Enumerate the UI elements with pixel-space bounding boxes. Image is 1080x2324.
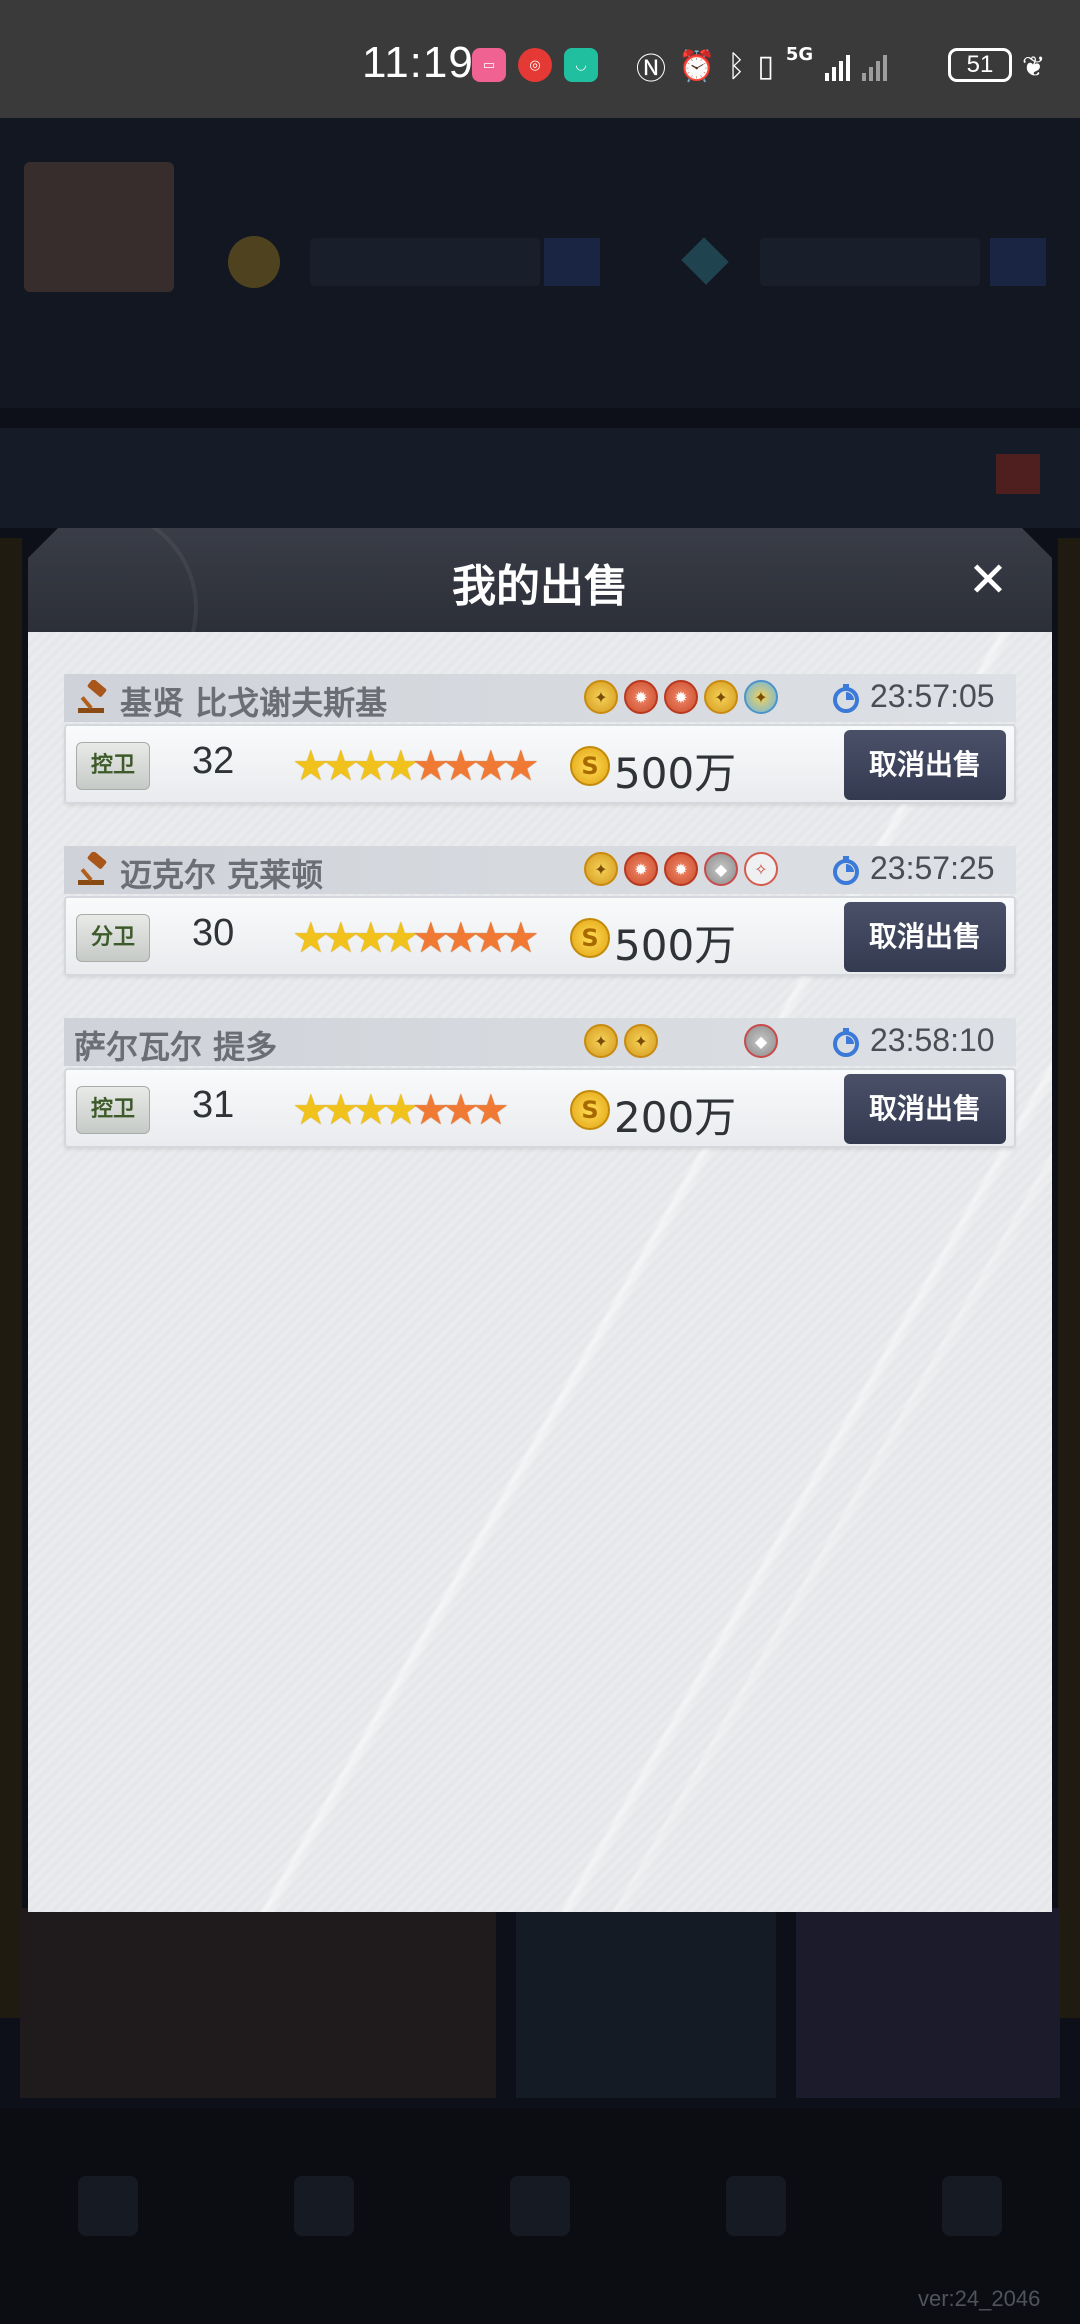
star-icon: ★ [352,913,390,962]
sale-listing: 迈克尔 克莱顿 ✦ ✹ ✹ ◆ ✧ 23:57:25 分卫 30 ★ ★ ★ ★ ★ ★ ★ ★ S … [64,846,1016,978]
cancel-sale-button[interactable]: 取消出售 [844,1074,1006,1144]
star-icon: ★ [412,913,450,962]
skill-badge-icon: ✹ [624,852,658,886]
skill-badge-icon: ✦ [584,1024,618,1058]
leaf-icon: ❦ [1022,50,1046,83]
star-icon: ★ [352,741,390,790]
skill-badge-icon: ✹ [664,852,698,886]
auction-gavel-icon [78,680,107,713]
sales-list: 基贤 比戈谢夫斯基 ✦ ✹ ✹ ✦ ✦ 23:57:05 控卫 32 ★ ★ ★ ★ ★ ★ ★ ★ … [28,632,1052,1912]
skill-badge-icon: ✦ [584,680,618,714]
status-time: 11:19 [362,38,474,87]
coin-icon: S [570,746,610,786]
player-rating: 32 [192,740,235,782]
skill-badge-icon: ✹ [624,680,658,714]
position-tag: 控卫 [76,742,150,790]
time-remaining: 23:57:05 [870,678,995,714]
star-icon: ★ [472,741,510,790]
signal-icon [825,51,851,81]
player-name: 迈克尔 克莱顿 [120,856,324,894]
sale-price: 200万 [614,1093,737,1142]
star-icon: ★ [502,741,540,790]
nfc-icon: Ⓝ [636,52,666,87]
time-remaining: 23:58:10 [870,1022,995,1058]
star-icon: ★ [322,741,360,790]
battery-icon: 51 [948,48,1012,82]
skill-badge-icon: ✦ [704,680,738,714]
skill-badge-icon: ✦ [584,852,618,886]
timer-icon [833,856,859,885]
badge-list: ✦ ✹ ✹ ✦ ✦ [584,680,778,714]
player-name: 基贤 比戈谢夫斯基 [120,684,388,722]
badge-spacer [664,1024,698,1058]
app-red-icon: ◎ [518,48,552,82]
my-sales-dialog: 我的出售 ✕ 基贤 比戈谢夫斯基 ✦ ✹ ✹ ✦ ✦ 23:57:05 控卫 32 ★ ★… [28,528,1052,1912]
star-icon: ★ [292,741,330,790]
time-remaining: 23:57:25 [870,850,995,886]
network-label: 5G [785,44,814,65]
listing-header: 基贤 比戈谢夫斯基 ✦ ✹ ✹ ✦ ✦ 23:57:05 [64,674,1016,722]
skill-badge-icon: ✦ [744,680,778,714]
skill-badge-icon: ◆ [744,1024,778,1058]
star-icon: ★ [322,1085,360,1134]
listing-header: 萨尔瓦尔 提多 ✦ ✦ ◆ 23:58:10 [64,1018,1016,1066]
position-tag: 分卫 [76,914,150,962]
listing-row: 控卫 31 ★ ★ ★ ★ ★ ★ ★ S 200万 取消出售 [64,1068,1016,1148]
vibrate-icon: ▯ [757,48,774,84]
star-icon: ★ [442,741,480,790]
bilibili-icon: ▭ [472,48,506,82]
listing-row: 分卫 30 ★ ★ ★ ★ ★ ★ ★ ★ S 500万 取消出售 [64,896,1016,976]
cancel-sale-button[interactable]: 取消出售 [844,730,1006,800]
badge-list: ✦ ✹ ✹ ◆ ✧ [584,852,778,886]
star-icon: ★ [502,913,540,962]
skill-badge-icon: ✦ [624,1024,658,1058]
sale-price: 500万 [614,921,737,970]
coin-icon: S [570,918,610,958]
star-icon: ★ [322,913,360,962]
cancel-sale-button[interactable]: 取消出售 [844,902,1006,972]
star-icon: ★ [442,913,480,962]
app-green-icon: ◡ [564,48,598,82]
star-icon: ★ [442,1085,480,1134]
skill-badge-icon: ◆ [704,852,738,886]
star-icon: ★ [382,741,420,790]
timer-icon [833,684,859,713]
position-tag: 控卫 [76,1086,150,1134]
star-rating: ★ ★ ★ ★ ★ ★ ★ ★ [292,741,540,790]
player-rating: 31 [192,1084,235,1126]
auction-gavel-icon [78,852,107,885]
listing-row: 控卫 32 ★ ★ ★ ★ ★ ★ ★ ★ S 500万 取消出售 [64,724,1016,804]
skill-badge-icon: ✹ [664,680,698,714]
star-icon: ★ [382,1085,420,1134]
bluetooth-icon: ᛒ [727,48,746,84]
sale-price: 500万 [614,749,737,798]
sale-listing: 基贤 比戈谢夫斯基 ✦ ✹ ✹ ✦ ✦ 23:57:05 控卫 32 ★ ★ ★ ★ ★ ★ ★ ★ … [64,674,1016,806]
star-icon: ★ [292,1085,330,1134]
skill-badge-icon: ✧ [744,852,778,886]
star-icon: ★ [472,913,510,962]
close-icon[interactable]: ✕ [960,552,1016,608]
signal-icon-2 [862,51,888,81]
player-rating: 30 [192,912,235,954]
sale-listing: 萨尔瓦尔 提多 ✦ ✦ ◆ 23:58:10 控卫 31 ★ ★ ★ ★ ★ ★ ★ S 200… [64,1018,1016,1150]
status-bar: 11:19 ▭ ◎ ◡ Ⓝ ⏰ ᛒ ▯ 5G 51 ❦ [0,0,1080,118]
player-name: 萨尔瓦尔 提多 [74,1028,278,1066]
star-rating: ★ ★ ★ ★ ★ ★ ★ ★ [292,913,540,962]
dialog-title: 我的出售 [452,561,628,612]
star-icon: ★ [472,1085,510,1134]
status-icons: Ⓝ ⏰ ᛒ ▯ 5G [636,44,888,88]
star-icon: ★ [382,913,420,962]
star-icon: ★ [292,913,330,962]
badge-spacer [704,1024,738,1058]
star-icon: ★ [352,1085,390,1134]
listing-header: 迈克尔 克莱顿 ✦ ✹ ✹ ◆ ✧ 23:57:25 [64,846,1016,894]
dialog-header: 我的出售 [28,528,1052,632]
alarm-icon: ⏰ [678,48,716,84]
coin-icon: S [570,1090,610,1130]
star-rating: ★ ★ ★ ★ ★ ★ ★ [292,1085,510,1134]
timer-icon [833,1028,859,1057]
badge-list: ✦ ✦ ◆ [584,1024,778,1058]
star-icon: ★ [412,1085,450,1134]
star-icon: ★ [412,741,450,790]
